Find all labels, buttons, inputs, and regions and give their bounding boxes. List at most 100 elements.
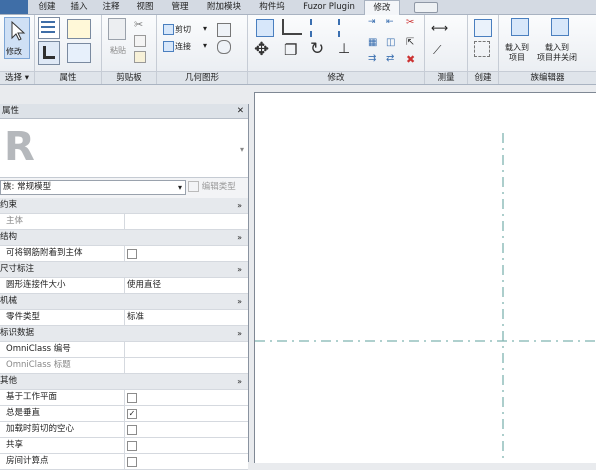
panel-geometry-label: 几何图形 [157, 71, 247, 84]
properties-icon[interactable] [38, 17, 60, 39]
paste-icon[interactable] [108, 18, 126, 40]
align-icon[interactable] [256, 19, 274, 37]
property-category[interactable]: 机械 » [0, 294, 248, 310]
collapse-icon[interactable]: » [237, 374, 242, 389]
tab-modify[interactable]: 修改 [364, 0, 400, 15]
type-filter-select[interactable]: 族: 常规模型 ▾ [0, 180, 186, 195]
copy-element-icon[interactable]: ❐ [284, 41, 297, 59]
void-geometry-icon[interactable] [217, 23, 231, 37]
create-similar-icon[interactable] [474, 19, 492, 37]
mirror-draw-icon[interactable] [338, 19, 356, 37]
move-icon[interactable]: ✥ [254, 39, 269, 60]
dimension-icon[interactable]: ⟋ [433, 43, 441, 58]
property-label: 主体 [6, 216, 24, 226]
application-menu-button[interactable] [0, 0, 28, 14]
property-checkbox[interactable] [127, 393, 137, 403]
tab-insert[interactable]: 插入 [66, 0, 92, 14]
panel-clipboard-label: 剪贴板 [102, 71, 156, 84]
tab-create[interactable]: 创建 [34, 0, 60, 14]
property-category[interactable]: 标识数据 » [0, 326, 248, 342]
trim-single-icon[interactable]: ⇄ [386, 53, 394, 64]
property-category[interactable]: 其他 » [0, 374, 248, 390]
join-geometry-label[interactable]: 连接 [175, 41, 191, 52]
property-value[interactable]: ✓ [124, 406, 247, 421]
rotate-icon[interactable]: ↻ [310, 39, 324, 59]
property-category[interactable]: 尺寸标注 » [0, 262, 248, 278]
property-checkbox[interactable]: ✓ [127, 409, 137, 419]
properties-title: 属性 [2, 106, 20, 116]
cut-geometry-icon[interactable] [163, 24, 174, 35]
tab-addins[interactable]: 附加模块 [203, 0, 245, 14]
ribbon-toggle-button[interactable] [414, 2, 438, 13]
property-checkbox[interactable] [127, 441, 137, 451]
load-into-project-and-close-icon[interactable] [551, 18, 569, 36]
panel-family-editor-label: 族编辑器 [499, 71, 596, 84]
join-geometry-icon[interactable] [163, 41, 174, 52]
type-selector-preview[interactable]: R ▾ [0, 119, 248, 178]
property-value[interactable] [124, 342, 247, 357]
tab-view[interactable]: 视图 [132, 0, 158, 14]
delete-icon[interactable]: ✖ [406, 53, 415, 66]
panel-select-label[interactable]: 选择 ▾ [0, 71, 34, 84]
property-value[interactable] [124, 438, 247, 453]
family-types-icon[interactable] [67, 19, 91, 39]
tab-annotate[interactable]: 注释 [98, 0, 124, 14]
pin-icon[interactable]: ⇱ [406, 37, 414, 48]
split-element-icon[interactable]: ⇥ [368, 17, 376, 27]
load-into-project-and-close-button[interactable]: 载入到 项目并关闭 [537, 43, 577, 63]
cut-icon[interactable]: ✂ [134, 18, 143, 31]
mirror-axis-icon[interactable] [310, 19, 328, 37]
drawing-area[interactable] [254, 92, 596, 463]
measure-icon[interactable]: ⟷ [431, 21, 448, 35]
modify-button[interactable]: 修改 [4, 17, 30, 59]
close-icon[interactable]: ✕ [237, 104, 244, 118]
split-face-icon[interactable] [217, 40, 231, 54]
panel-clipboard: 粘贴 ✂ 剪贴板 [102, 15, 157, 84]
collapse-icon[interactable]: » [237, 294, 242, 309]
collapse-icon[interactable]: » [237, 326, 242, 341]
cut-dropdown-icon[interactable]: ▾ [203, 24, 207, 33]
property-checkbox[interactable] [127, 457, 137, 467]
tab-manage[interactable]: 管理 [166, 0, 194, 14]
trim-extend-icon[interactable]: ⊥ [338, 41, 350, 57]
property-value[interactable] [124, 390, 247, 405]
property-value[interactable] [124, 358, 247, 373]
unpin-icon[interactable]: ✂ [406, 17, 414, 28]
collapse-icon[interactable]: » [237, 230, 242, 245]
trim-multiple-icon[interactable]: ⇉ [368, 53, 376, 64]
offset-icon[interactable] [282, 19, 302, 35]
property-checkbox[interactable] [127, 425, 137, 435]
array-icon[interactable]: ▦ [368, 37, 377, 48]
property-value-text: 标准 [127, 312, 145, 322]
type-properties-icon[interactable] [67, 43, 91, 63]
property-value[interactable]: 标准 [124, 310, 247, 325]
tab-fuzor-plugin[interactable]: Fuzor Plugin [298, 0, 360, 14]
collapse-icon[interactable]: » [237, 262, 242, 277]
cut-geometry-label[interactable]: 剪切 [175, 24, 191, 35]
edit-type-button[interactable]: 编辑类型 [188, 180, 246, 194]
panel-measure-label: 测量 [425, 71, 467, 84]
join-dropdown-icon[interactable]: ▾ [203, 41, 207, 50]
property-value[interactable] [124, 214, 247, 229]
property-row: 加载时剪切的空心 [0, 422, 248, 438]
paste-label[interactable]: 粘贴 [110, 45, 126, 56]
property-value[interactable] [124, 422, 247, 437]
property-category[interactable]: 约束 » [0, 198, 248, 214]
type-selector-dropdown-icon[interactable]: ▾ [240, 145, 244, 154]
create-group-icon[interactable] [474, 41, 490, 57]
property-value[interactable] [124, 246, 247, 261]
tab-component-dock[interactable]: 构件坞 [255, 0, 289, 14]
family-category-icon[interactable] [38, 41, 60, 65]
collapse-icon[interactable]: » [237, 198, 242, 213]
property-checkbox[interactable] [127, 249, 137, 259]
scale-icon[interactable]: ◫ [386, 37, 395, 48]
property-label: 加载时剪切的空心 [6, 424, 75, 434]
property-value[interactable]: 使用直径 [124, 278, 247, 293]
split-gap-icon[interactable]: ⇤ [386, 17, 394, 27]
match-properties-icon[interactable] [134, 51, 146, 63]
load-into-project-button[interactable]: 载入到 项目 [505, 43, 529, 63]
load-into-project-icon[interactable] [511, 18, 529, 36]
panel-modify-label: 修改 [248, 71, 424, 84]
property-category[interactable]: 结构 » [0, 230, 248, 246]
copy-icon[interactable] [134, 35, 146, 47]
